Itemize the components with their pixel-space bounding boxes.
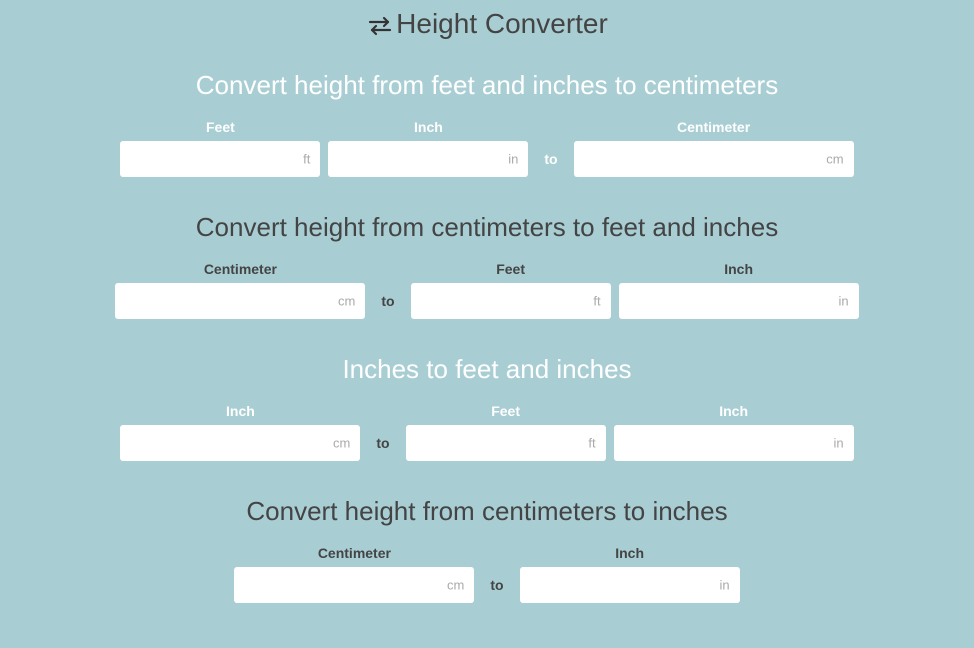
inch-field: Inch in xyxy=(619,261,859,319)
to-label: to xyxy=(368,435,397,461)
cm-field: Centimeter cm xyxy=(234,545,474,603)
feet-field: Feet ft xyxy=(120,119,320,177)
inch-label: Inch xyxy=(719,403,748,419)
conversion-row: Centimeter cm to Feet ft Inch in xyxy=(0,261,974,319)
inch-source-field: Inch cm xyxy=(120,403,360,461)
inch-label: Inch xyxy=(414,119,443,135)
to-label: to xyxy=(482,577,511,603)
feet-label: Feet xyxy=(496,261,525,277)
section-ft-in-to-cm: Convert height from feet and inches to c… xyxy=(0,70,974,177)
feet-field: Feet ft xyxy=(406,403,606,461)
cm-field: Centimeter cm xyxy=(574,119,854,177)
conversion-row: Centimeter cm to Inch in xyxy=(0,545,974,603)
section-cm-to-ft-in: Convert height from centimeters to feet … xyxy=(0,212,974,319)
inch-field: Inch in xyxy=(328,119,528,177)
section-cm-to-in: Convert height from centimeters to inche… xyxy=(0,496,974,603)
inch-input[interactable] xyxy=(520,567,740,603)
inch-source-input[interactable] xyxy=(120,425,360,461)
cm-field: Centimeter cm xyxy=(115,261,365,319)
inch-label: Inch xyxy=(226,403,255,419)
conversion-row: Feet ft Inch in to Centimeter cm xyxy=(0,119,974,177)
cm-label: Centimeter xyxy=(677,119,750,135)
inch-input[interactable] xyxy=(614,425,854,461)
feet-input[interactable] xyxy=(120,141,320,177)
feet-field: Feet ft xyxy=(411,261,611,319)
swap-arrows-icon xyxy=(366,8,394,40)
section-title: Convert height from centimeters to inche… xyxy=(0,496,974,527)
cm-input[interactable] xyxy=(234,567,474,603)
feet-label: Feet xyxy=(491,403,520,419)
page-title: Height Converter xyxy=(366,8,608,40)
section-title: Convert height from centimeters to feet … xyxy=(0,212,974,243)
section-title: Convert height from feet and inches to c… xyxy=(0,70,974,101)
inch-input[interactable] xyxy=(619,283,859,319)
page-title-text: Height Converter xyxy=(396,8,608,40)
cm-input[interactable] xyxy=(574,141,854,177)
feet-label: Feet xyxy=(206,119,235,135)
inch-field: Inch in xyxy=(520,545,740,603)
section-in-to-ft-in: Inches to feet and inches Inch cm to Fee… xyxy=(0,354,974,461)
inch-input[interactable] xyxy=(328,141,528,177)
inch-field: Inch in xyxy=(614,403,854,461)
section-title: Inches to feet and inches xyxy=(0,354,974,385)
feet-input[interactable] xyxy=(406,425,606,461)
inch-label: Inch xyxy=(615,545,644,561)
cm-label: Centimeter xyxy=(318,545,391,561)
conversion-row: Inch cm to Feet ft Inch in xyxy=(0,403,974,461)
cm-label: Centimeter xyxy=(204,261,277,277)
page-header: Height Converter xyxy=(0,0,974,70)
feet-input[interactable] xyxy=(411,283,611,319)
cm-input[interactable] xyxy=(115,283,365,319)
inch-label: Inch xyxy=(724,261,753,277)
to-label: to xyxy=(373,293,402,319)
to-label: to xyxy=(536,151,565,177)
